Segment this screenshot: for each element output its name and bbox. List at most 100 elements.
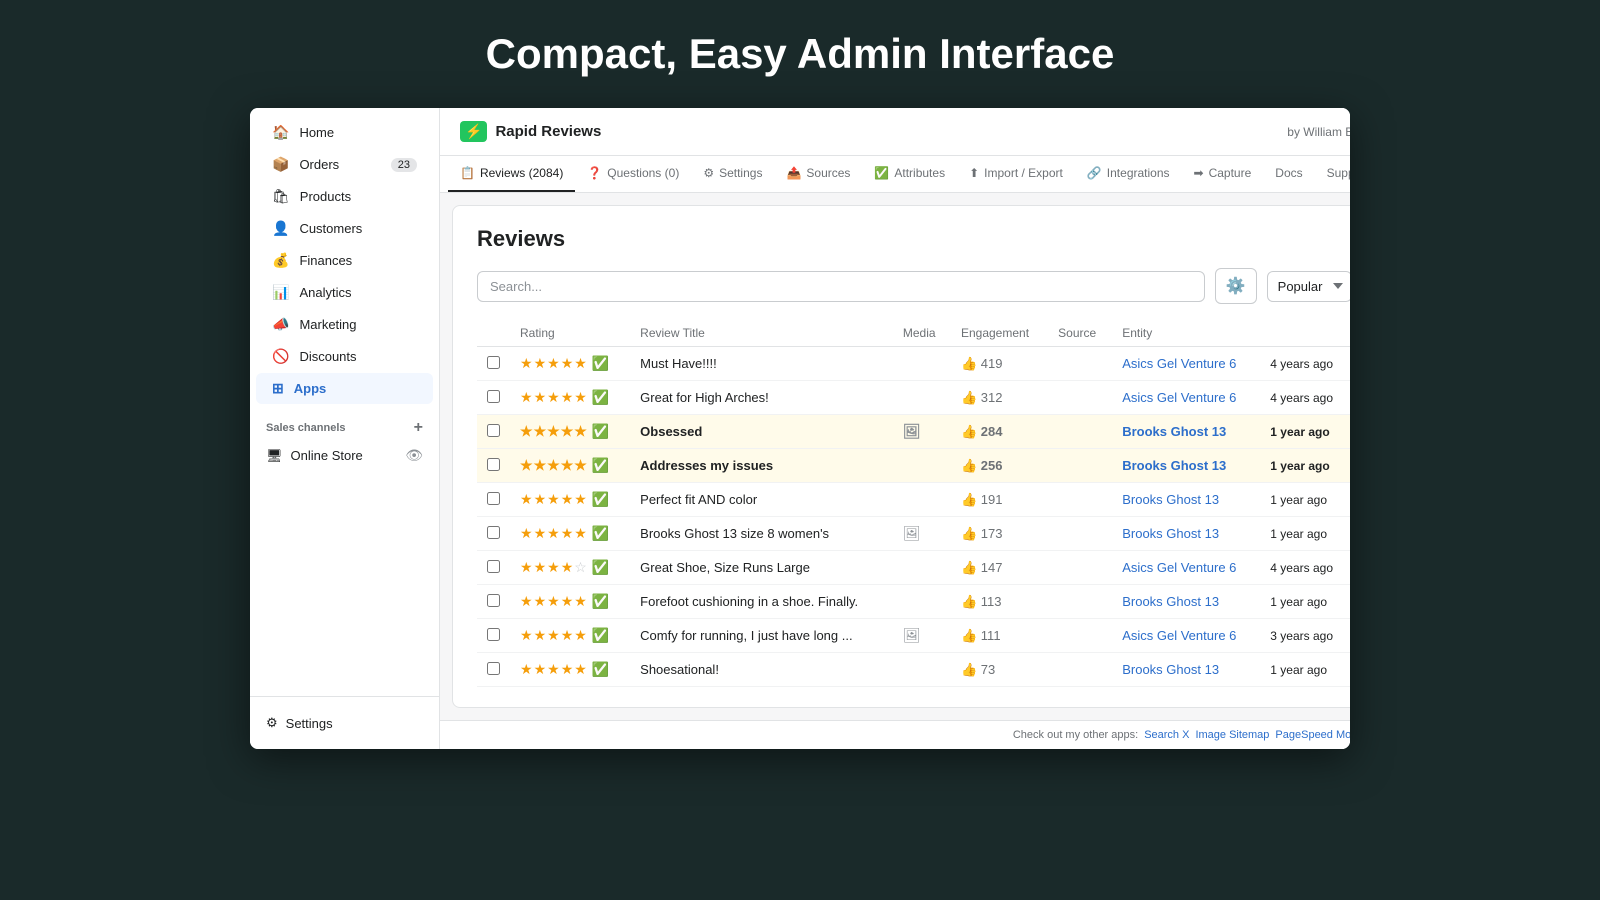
sidebar-item-apps[interactable]: ⊞ Apps [256,373,433,404]
row-time: 1 year ago [1260,653,1350,687]
sidebar-item-products[interactable]: 🛍 Products [256,181,433,212]
engagement-count: 👍 147 [961,560,1038,576]
sidebar-item-marketing[interactable]: 📣 Marketing [256,309,433,340]
row-entity[interactable]: Brooks Ghost 13 [1112,449,1260,483]
sidebar-item-discounts[interactable]: 🚫 Discounts [256,341,433,372]
settings-nav-item[interactable]: ⚙ Settings [266,709,423,737]
sort-select[interactable]: Popular Newest Oldest Rating [1267,271,1350,302]
row-checkbox-cell [477,347,510,381]
star-3: ★ [547,355,561,371]
badge-orders: 23 [391,158,417,172]
row-checkbox-6[interactable] [487,526,500,539]
row-media: 🖼 [893,619,951,653]
row-source [1048,347,1112,381]
row-entity[interactable]: Brooks Ghost 13 [1112,517,1260,551]
row-entity[interactable]: Asics Gel Venture 6 [1112,551,1260,585]
row-checkbox-8[interactable] [487,594,500,607]
row-checkbox-3[interactable] [487,424,500,437]
row-entity[interactable]: Brooks Ghost 13 [1112,585,1260,619]
entity-link[interactable]: Brooks Ghost 13 [1122,662,1219,677]
footer-link-pagespeed[interactable]: PageSpeed Monitor [1275,729,1350,741]
row-entity[interactable]: Brooks Ghost 13 [1112,653,1260,687]
eye-icon[interactable]: 👁 [405,447,423,464]
search-filter-row: ⚙️ Popular Newest Oldest Rating [477,268,1350,304]
row-checkbox-7[interactable] [487,560,500,573]
sidebar-item-customers[interactable]: 👤 Customers [256,213,433,244]
footer-link-searchx[interactable]: Search X [1144,729,1189,741]
row-checkbox-2[interactable] [487,390,500,403]
row-checkbox-cell [477,585,510,619]
tab-settings[interactable]: ⚙ Settings [691,156,774,192]
star-3: ★ [547,627,561,643]
row-checkbox-10[interactable] [487,662,500,675]
row-engagement: 👍 147 [951,551,1048,585]
row-engagement: 👍 419 [951,347,1048,381]
table-row: ★★★★★ ✅ Shoesational! 👍 73 Brooks Ghost … [477,653,1350,687]
entity-link[interactable]: Brooks Ghost 13 [1122,458,1226,473]
row-title: Obsessed [630,415,893,449]
row-checkbox-5[interactable] [487,492,500,505]
sidebar-item-finances[interactable]: 💰 Finances [256,245,433,276]
tab-reviews[interactable]: 📋 Reviews (2084) [448,156,575,192]
row-time: 1 year ago [1260,415,1350,449]
tab-attributes[interactable]: ✅ Attributes [862,156,957,192]
tab-docs[interactable]: Docs [1263,156,1314,192]
row-checkbox-4[interactable] [487,458,500,471]
star-2: ★ [534,559,548,575]
tab-questions[interactable]: ❓ Questions (0) [575,156,691,192]
tab-support[interactable]: Support [1315,156,1350,192]
tab-import_export[interactable]: ⬆ Import / Export [957,156,1075,192]
filter-button[interactable]: ⚙️ [1215,268,1257,304]
search-input[interactable] [477,271,1205,302]
sidebar-item-home[interactable]: 🏠 Home [256,117,433,148]
row-source [1048,381,1112,415]
entity-link[interactable]: Brooks Ghost 13 [1122,424,1226,439]
engagement-count: 👍 256 [961,458,1038,474]
row-time: 4 years ago [1260,551,1350,585]
apps-icon: ⊞ [272,380,284,397]
footer-link-image-sitemap[interactable]: Image Sitemap [1195,729,1269,741]
row-time: 1 year ago [1260,517,1350,551]
row-entity[interactable]: Asics Gel Venture 6 [1112,619,1260,653]
row-checkbox-9[interactable] [487,628,500,641]
sidebar-label-customers: Customers [299,221,362,236]
entity-link[interactable]: Brooks Ghost 13 [1122,594,1219,609]
add-sales-channel-btn[interactable]: + [414,419,423,437]
engagement-count: 👍 73 [961,662,1038,678]
tab-sources[interactable]: 📤 Sources [774,156,862,192]
star-2: ★ [534,593,548,609]
tab-capture[interactable]: ➡ Capture [1182,156,1264,192]
engagement-count: 👍 111 [961,628,1038,644]
entity-link[interactable]: Asics Gel Venture 6 [1122,628,1236,643]
row-entity[interactable]: Brooks Ghost 13 [1112,483,1260,517]
entity-link[interactable]: Brooks Ghost 13 [1122,492,1219,507]
tab-integrations[interactable]: 🔗 Integrations [1075,156,1182,192]
row-time: 1 year ago [1260,449,1350,483]
verified-icon: ✅ [591,457,608,473]
row-checkbox-cell [477,517,510,551]
entity-link[interactable]: Asics Gel Venture 6 [1122,560,1236,575]
star-3: ★ [547,593,561,609]
sidebar-item-analytics[interactable]: 📊 Analytics [256,277,433,308]
star-1: ★ [520,525,534,541]
row-checkbox-cell [477,551,510,585]
star-1: ★ [520,661,534,677]
row-entity[interactable]: Brooks Ghost 13 [1112,415,1260,449]
entity-link[interactable]: Asics Gel Venture 6 [1122,356,1236,371]
row-media [893,381,951,415]
verified-icon: ✅ [591,661,608,677]
row-media [893,347,951,381]
star-4: ★ [561,423,575,439]
sidebar-item-orders[interactable]: 📦 Orders 23 [256,149,433,180]
row-title: Perfect fit AND color [630,483,893,517]
entity-link[interactable]: Brooks Ghost 13 [1122,526,1219,541]
sales-channels-section: Sales channels + [250,405,439,441]
row-entity[interactable]: Asics Gel Venture 6 [1112,347,1260,381]
sidebar-item-online-store[interactable]: 🖥 Online Store 👁 [250,441,439,470]
tab-icon-sources: 📤 [786,166,801,180]
entity-link[interactable]: Asics Gel Venture 6 [1122,390,1236,405]
row-checkbox-1[interactable] [487,356,500,369]
verified-icon: ✅ [591,593,608,609]
row-entity[interactable]: Asics Gel Venture 6 [1112,381,1260,415]
row-media: 🖼 [893,415,951,449]
